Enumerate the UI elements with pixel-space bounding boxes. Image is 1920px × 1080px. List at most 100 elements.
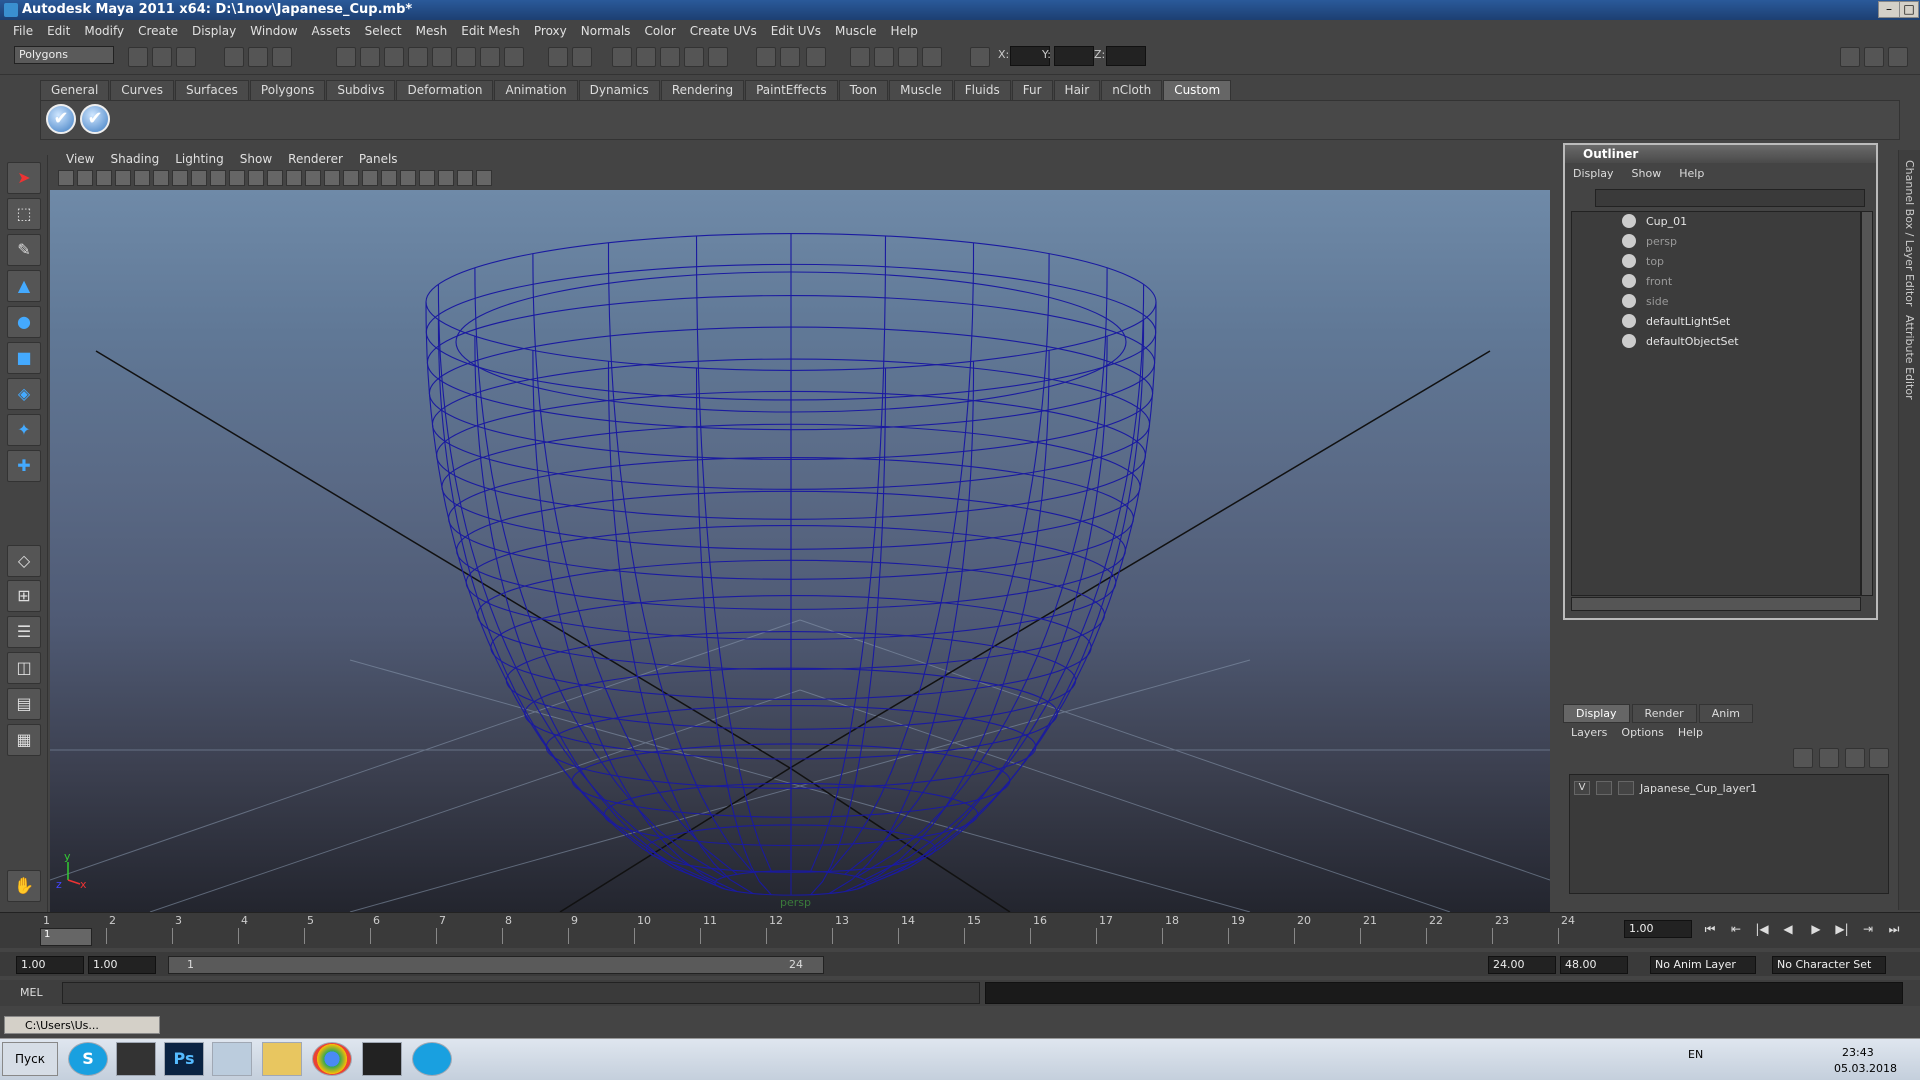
- lasso-tool-icon[interactable]: ⬚: [7, 198, 41, 230]
- go-to-start-icon[interactable]: ⏮: [1700, 922, 1720, 940]
- shadows-icon[interactable]: [381, 170, 397, 186]
- hypershade-layout-icon[interactable]: ▤: [7, 688, 41, 720]
- shelf-tab-general[interactable]: General: [40, 80, 110, 100]
- two-d-pan-icon[interactable]: [134, 170, 150, 186]
- shelf-tab-subdivs[interactable]: Subdivs: [326, 80, 396, 100]
- go-to-end-icon[interactable]: ⏭: [1884, 922, 1904, 940]
- outliner-item[interactable]: defaultObjectSet: [1622, 332, 1739, 350]
- app-icon[interactable]: [116, 1042, 156, 1076]
- anim-layer-select[interactable]: No Anim Layer: [1650, 956, 1756, 974]
- vp-menu-lighting[interactable]: Lighting: [167, 152, 232, 166]
- range-slider[interactable]: 1 24: [168, 956, 824, 974]
- shelf-tab-custom[interactable]: Custom: [1163, 80, 1232, 100]
- render-view-icon[interactable]: [708, 47, 728, 67]
- menu-normals[interactable]: Normals: [574, 24, 638, 38]
- snap-point-icon[interactable]: [384, 47, 404, 67]
- layer-menu-options[interactable]: Options: [1621, 726, 1663, 739]
- safe-title-icon[interactable]: [267, 170, 283, 186]
- shelf-tab-deformation[interactable]: Deformation: [396, 80, 494, 100]
- render-current-icon[interactable]: [612, 47, 632, 67]
- hypershade-icon[interactable]: [684, 47, 704, 67]
- snap-curve-icon[interactable]: [360, 47, 380, 67]
- help-icon[interactable]: [504, 47, 524, 67]
- shelf-tab-fur[interactable]: Fur: [1011, 80, 1053, 100]
- snap-grid-icon[interactable]: [336, 47, 356, 67]
- shelf-tab-polygons[interactable]: Polygons: [249, 80, 326, 100]
- layer-move-down-icon[interactable]: [1869, 748, 1889, 768]
- menu-muscle[interactable]: Muscle: [828, 24, 884, 38]
- z-field[interactable]: [1106, 46, 1146, 66]
- textured-icon[interactable]: [343, 170, 359, 186]
- shelf-tab-toon[interactable]: Toon: [838, 80, 889, 100]
- step-forward-key-icon[interactable]: ⇥: [1858, 922, 1878, 940]
- check-icon[interactable]: ✔: [80, 104, 110, 134]
- layer-visibility-toggle[interactable]: V: [1574, 781, 1590, 795]
- wireframe-icon[interactable]: [286, 170, 302, 186]
- skype-icon[interactable]: [412, 1042, 452, 1076]
- shelf-tab-painteffects[interactable]: PaintEffects: [745, 80, 838, 100]
- outliner-item[interactable]: Cup_01: [1622, 212, 1687, 230]
- menu-proxy[interactable]: Proxy: [527, 24, 574, 38]
- channel-box-tab[interactable]: Channel Box / Layer Editor: [1903, 160, 1916, 307]
- persp-graph-icon[interactable]: ◫: [7, 652, 41, 684]
- shelf-tab-curves[interactable]: Curves: [110, 80, 174, 100]
- layer-move-up-icon[interactable]: [1845, 748, 1865, 768]
- y-field[interactable]: [1054, 46, 1094, 66]
- select-tool-icon[interactable]: ➤: [7, 162, 41, 194]
- snap-view-icon[interactable]: [456, 47, 476, 67]
- outliner-item[interactable]: persp: [1622, 232, 1677, 250]
- shelf-tab-muscle[interactable]: Muscle: [889, 80, 953, 100]
- open-scene-icon[interactable]: [152, 47, 172, 67]
- vp-menu-view[interactable]: View: [58, 152, 102, 166]
- xray-joints-icon[interactable]: [457, 170, 473, 186]
- shelf-tab-rendering[interactable]: Rendering: [660, 80, 745, 100]
- new-layer-selected-icon[interactable]: [1819, 748, 1839, 768]
- menu-display[interactable]: Display: [185, 24, 243, 38]
- snapshot-icon[interactable]: [806, 47, 826, 67]
- layer-type-toggle[interactable]: [1596, 781, 1612, 795]
- last-tool-icon[interactable]: ✚: [7, 450, 41, 482]
- outliner-item[interactable]: front: [1622, 272, 1672, 290]
- manipulator-icon[interactable]: ◈: [7, 378, 41, 410]
- perspective-viewport[interactable]: persp y x z: [50, 190, 1550, 912]
- camera-select-icon[interactable]: [58, 170, 74, 186]
- menu-color[interactable]: Color: [637, 24, 682, 38]
- move-tool-icon[interactable]: ▲: [7, 270, 41, 302]
- snap-live-icon[interactable]: [432, 47, 452, 67]
- film-gate-icon[interactable]: [172, 170, 188, 186]
- attr-editor-icon[interactable]: [874, 47, 894, 67]
- shelf-tab-surfaces[interactable]: Surfaces: [174, 80, 249, 100]
- single-perspective-icon[interactable]: ◇: [7, 545, 41, 577]
- gate-mask-icon[interactable]: [210, 170, 226, 186]
- minimize-button[interactable]: –: [1878, 1, 1900, 18]
- character-set-select[interactable]: No Character Set: [1772, 956, 1886, 974]
- menu-create-uvs[interactable]: Create UVs: [683, 24, 764, 38]
- shelf-tab-hair[interactable]: Hair: [1053, 80, 1101, 100]
- new-scene-icon[interactable]: [128, 47, 148, 67]
- select-hierarchy-icon[interactable]: [224, 47, 244, 67]
- isolate-select-icon[interactable]: [419, 170, 435, 186]
- layer-tab-display[interactable]: Display: [1563, 704, 1630, 723]
- current-time-field[interactable]: 1.00: [1624, 920, 1692, 938]
- outliner-menu-help[interactable]: Help: [1679, 167, 1704, 180]
- menu-help[interactable]: Help: [884, 24, 925, 38]
- chrome-icon[interactable]: [312, 1042, 352, 1076]
- paint-select-icon[interactable]: ✎: [7, 234, 41, 266]
- layer-menu-help[interactable]: Help: [1678, 726, 1703, 739]
- photoshop-icon[interactable]: Ps: [164, 1042, 204, 1076]
- save-scene-icon[interactable]: [176, 47, 196, 67]
- menu-file[interactable]: File: [6, 24, 40, 38]
- outliner-vscroll[interactable]: [1861, 211, 1873, 596]
- select-object-icon[interactable]: [248, 47, 268, 67]
- show-attr-editor-icon[interactable]: [1840, 47, 1860, 67]
- bookmark-icon[interactable]: [96, 170, 112, 186]
- current-frame-marker[interactable]: 1: [40, 928, 92, 946]
- layer-row[interactable]: V Japanese_Cup_layer1: [1574, 779, 1884, 797]
- ipr-render-icon[interactable]: [636, 47, 656, 67]
- tool-settings-icon[interactable]: [898, 47, 918, 67]
- vp-menu-shading[interactable]: Shading: [102, 152, 167, 166]
- select-component-icon[interactable]: [272, 47, 292, 67]
- mel-label[interactable]: MEL: [20, 986, 43, 999]
- maya-icon[interactable]: [362, 1042, 402, 1076]
- step-back-frame-icon[interactable]: |◀: [1752, 922, 1772, 940]
